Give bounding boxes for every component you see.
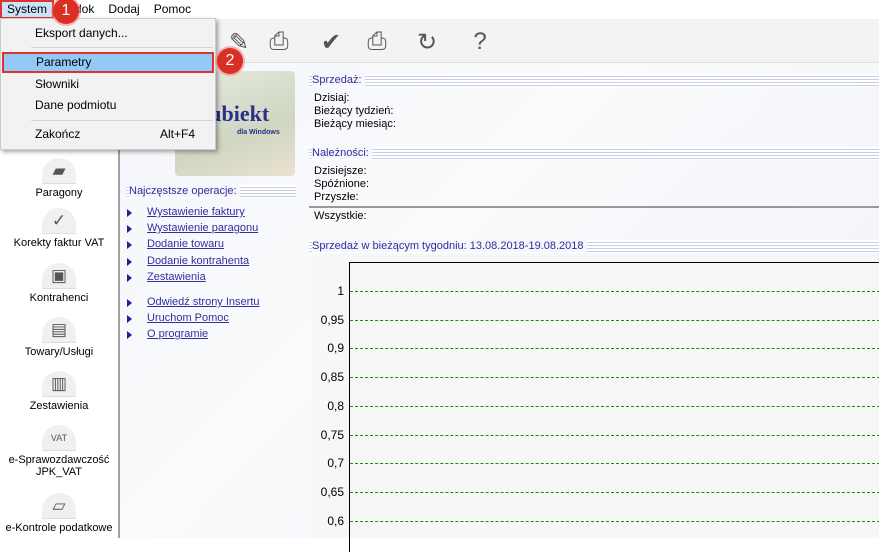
boxes-icon: ▤	[42, 317, 76, 343]
sales-week-label: Bieżący tydzień:	[314, 105, 394, 117]
sidebar-item-towary[interactable]: ▤ Towary/Usługi	[0, 317, 118, 358]
sales-today-label: Dzisiaj:	[314, 92, 350, 104]
link-dodanie-kontrahenta[interactable]: Dodanie kontrahenta	[147, 255, 249, 267]
gridline	[350, 491, 879, 493]
receivables-total-label: Wszystkie:	[314, 210, 367, 222]
menu-item-parametry[interactable]: Parametry	[2, 52, 214, 73]
gridline	[350, 348, 879, 350]
shortcut-label: Alt+F4	[159, 127, 195, 141]
receivables-future-label: Przyszłe:	[314, 191, 359, 203]
gridline	[350, 319, 879, 321]
gridline	[350, 520, 879, 522]
system-dropdown-menu: Eksport danych... Parametry Słowniki Dan…	[0, 18, 216, 150]
arrow-icon	[127, 315, 132, 323]
y-tick-label: 0,65	[320, 484, 344, 499]
y-tick-label: 0,9	[327, 341, 344, 356]
link-dodanie-towaru[interactable]: Dodanie towaru	[147, 238, 224, 250]
menu-separator	[31, 120, 213, 121]
operations-header: Najczęstsze operacje:	[126, 185, 296, 198]
gridline	[350, 434, 879, 436]
printer-icon[interactable]: ⎙	[262, 25, 296, 59]
y-tick-label: 0,8	[327, 398, 344, 413]
sidebar-item-zestawienia[interactable]: ▥ Zestawienia	[0, 371, 118, 412]
fax-printer-icon[interactable]: ⎙	[360, 25, 394, 59]
link-uruchom-pomoc[interactable]: Uruchom Pomoc	[147, 312, 229, 324]
y-tick-label: 0,85	[320, 370, 344, 385]
briefcase-icon: ▣	[42, 263, 76, 289]
y-tick-label: 0,7	[327, 456, 344, 471]
gridline	[350, 463, 879, 465]
gridline	[350, 405, 879, 407]
gridline	[350, 291, 879, 292]
chart-title: Sprzedaż w bieżącym tygodniu: 13.08.2018…	[309, 240, 879, 253]
receivables-header: Należności:	[309, 147, 879, 160]
arrow-icon	[127, 331, 132, 339]
plot-area	[349, 262, 879, 552]
menu-bar: System Widok Dodaj Pomoc	[0, 0, 879, 19]
sidebar-item-kontrahenci[interactable]: ▣ Kontrahenci	[0, 263, 118, 304]
help-icon[interactable]: ?	[463, 25, 497, 59]
arrow-icon	[127, 241, 132, 249]
sales-month-label: Bieżący miesiąc:	[314, 118, 396, 130]
weekly-sales-chart: 1 0,95 0,9 0,85 0,8 0,75 0,7 0,65 0,6	[312, 254, 879, 552]
link-wystawienie-faktury[interactable]: Wystawienie faktury	[147, 206, 245, 218]
menu-dodaj[interactable]: Dodaj	[101, 0, 146, 19]
link-strony-insertu[interactable]: Odwiedź strony Insertu	[147, 296, 260, 308]
y-tick-label: 1	[337, 284, 344, 298]
checkmark-icon: ✓	[42, 208, 76, 234]
arrow-icon	[127, 209, 132, 217]
sidebar-item-korekty[interactable]: ✓ Korekty faktur VAT	[0, 208, 118, 249]
vat-icon: VAT	[42, 425, 76, 451]
receivables-late-label: Spóźnione:	[314, 178, 370, 190]
approve-hand-icon[interactable]: ✔	[314, 25, 348, 59]
y-tick-label: 0,6	[327, 513, 344, 528]
sidebar-item-jpk[interactable]: VAT e-Sprawozdawczość JPK_VAT	[0, 425, 118, 478]
y-tick-label: 0,95	[320, 312, 344, 327]
menu-system[interactable]: System	[0, 0, 55, 19]
gridline	[350, 377, 879, 379]
link-o-programie[interactable]: O programie	[147, 328, 208, 340]
receipts-icon: ▰	[42, 158, 76, 184]
menu-item-zakoncz[interactable]: Zakończ Alt+F4	[1, 124, 215, 145]
sidebar-item-ekontrole[interactable]: ▱ e-Kontrole podatkowe	[0, 493, 118, 534]
arrow-icon	[127, 258, 132, 266]
receivables-today-label: Dzisiejsze:	[314, 165, 367, 177]
step-badge-2: 2	[217, 48, 243, 74]
sidebar-item-paragony[interactable]: ▰ Paragony	[0, 158, 118, 199]
menu-separator	[31, 47, 213, 48]
divider	[309, 206, 879, 208]
link-wystawienie-paragonu[interactable]: Wystawienie paragonu	[147, 222, 258, 234]
menu-pomoc[interactable]: Pomoc	[147, 0, 198, 19]
menu-item-dane-podmiotu[interactable]: Dane podmiotu	[1, 95, 215, 116]
menu-item-slowniki[interactable]: Słowniki	[1, 74, 215, 95]
arrow-icon	[127, 299, 132, 307]
arrow-icon	[127, 225, 132, 233]
arrow-icon	[127, 274, 132, 282]
folder-icon: ▱	[42, 493, 76, 519]
menu-item-eksport[interactable]: Eksport danych...	[1, 23, 215, 44]
refresh-icon[interactable]: ↻	[410, 25, 444, 59]
y-tick-label: 0,75	[320, 427, 344, 442]
link-zestawienia[interactable]: Zestawienia	[147, 271, 206, 283]
sales-header: Sprzedaż:	[309, 74, 879, 87]
binders-icon: ▥	[42, 371, 76, 397]
